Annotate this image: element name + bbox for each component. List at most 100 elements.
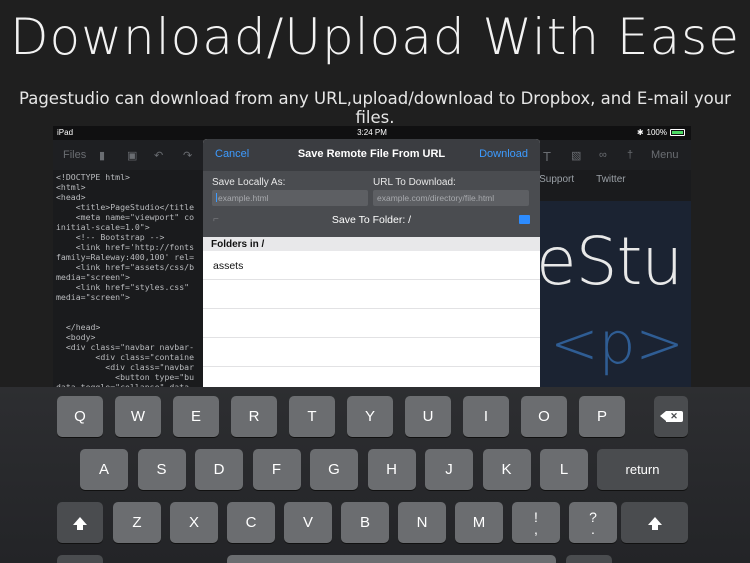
- key-r[interactable]: R: [231, 396, 277, 437]
- key-p[interactable]: P: [579, 396, 625, 437]
- key-symsym[interactable]: ! ,: [512, 502, 560, 543]
- key-k[interactable]: K: [482, 449, 531, 490]
- key-a[interactable]: A: [80, 449, 128, 490]
- code-line: </head>: [56, 322, 101, 332]
- empty-row: [203, 280, 540, 309]
- code-line: <!DOCTYPE html>: [56, 172, 130, 182]
- link-icon[interactable]: ∞: [599, 149, 607, 161]
- code-line: <link href="assets/css/b: [56, 262, 195, 272]
- web-preview: eStu <p>: [536, 201, 691, 391]
- code-line: <link href='http://fonts: [56, 242, 195, 252]
- css-icon[interactable]: †: [627, 149, 633, 161]
- redo-icon[interactable]: ↷: [183, 149, 192, 162]
- folder-row[interactable]: assets: [203, 251, 540, 280]
- key-u[interactable]: U: [405, 396, 451, 437]
- new-file-icon[interactable]: ▮: [99, 149, 105, 162]
- dialog-header: Cancel Save Remote File From URL Downloa…: [203, 139, 540, 171]
- shift-left-key[interactable]: [57, 502, 103, 543]
- status-right: ✱ 100%: [637, 128, 685, 137]
- key-symsym[interactable]: ? .: [569, 502, 617, 543]
- download-button[interactable]: Download: [479, 148, 528, 160]
- code-line: <body>: [56, 332, 96, 342]
- files-button[interactable]: Files: [63, 149, 86, 161]
- backspace-key[interactable]: ✕: [654, 396, 688, 437]
- key-h[interactable]: H: [367, 449, 416, 490]
- key-m[interactable]: M: [455, 502, 503, 543]
- folders-header: Folders in /: [203, 237, 540, 251]
- onscreen-keyboard: ✕ return Q W E R T Y U I O P A S D F G H J K L Z X C V B N M! ,? …: [0, 387, 750, 563]
- code-line: family=Raleway:400,100' rel=: [56, 252, 195, 262]
- text-icon[interactable]: T: [543, 149, 551, 164]
- key-z[interactable]: Z: [113, 502, 161, 543]
- preview-tag-graphic: <p>: [550, 309, 685, 377]
- new-folder-icon[interactable]: [519, 215, 530, 224]
- menu-button[interactable]: Menu: [651, 149, 679, 161]
- key-x[interactable]: X: [170, 502, 218, 543]
- promo-headline: Download/Upload With Ease: [10, 8, 740, 66]
- numbers-right-key[interactable]: [566, 555, 612, 563]
- text-cursor: [216, 193, 217, 202]
- code-line: <button type="bu: [56, 372, 195, 382]
- shift-right-key[interactable]: [621, 502, 688, 543]
- save-locally-label: Save Locally As:: [212, 177, 286, 188]
- key-e[interactable]: E: [173, 396, 219, 437]
- empty-row: [203, 309, 540, 338]
- code-line: <div class="navbar: [56, 362, 195, 372]
- return-key[interactable]: return: [597, 449, 688, 490]
- key-o[interactable]: O: [521, 396, 567, 437]
- key-y[interactable]: Y: [347, 396, 393, 437]
- code-line: media="screen">: [56, 272, 130, 282]
- code-line: <link href="styles.css": [56, 282, 190, 292]
- code-line: <title>PageStudio</title: [56, 202, 195, 212]
- key-n[interactable]: N: [398, 502, 446, 543]
- key-s[interactable]: S: [137, 449, 186, 490]
- code-line: <div class="containe: [56, 352, 195, 362]
- empty-row: [203, 367, 540, 389]
- code-line: <!-- Bootstrap -->: [56, 232, 165, 242]
- key-c[interactable]: C: [227, 502, 275, 543]
- code-line: initial-scale=1.0">: [56, 222, 150, 232]
- code-editor[interactable]: <!DOCTYPE html> <html> <head> <title>PageS…: [56, 172, 194, 392]
- key-v[interactable]: V: [284, 502, 332, 543]
- key-f[interactable]: F: [252, 449, 301, 490]
- save-locally-input[interactable]: example.html: [212, 190, 368, 206]
- save-to-folder-label: Save To Folder: /: [331, 214, 412, 226]
- status-bar: iPad 3:24 PM ✱ 100%: [53, 126, 691, 140]
- key-q[interactable]: Q: [57, 396, 103, 437]
- bluetooth-icon: ✱: [636, 128, 644, 137]
- key-j[interactable]: J: [425, 449, 473, 490]
- url-label: URL To Download:: [373, 177, 456, 188]
- nav-link-twitter[interactable]: Twitter: [596, 174, 625, 185]
- battery-icon: [670, 129, 685, 136]
- battery-percent: 100%: [646, 128, 667, 137]
- empty-row: [203, 338, 540, 367]
- key-l[interactable]: L: [540, 449, 588, 490]
- key-t[interactable]: T: [289, 396, 335, 437]
- code-line: <div class="navbar navbar-: [56, 342, 195, 352]
- undo-icon[interactable]: ↶: [154, 149, 163, 162]
- key-i[interactable]: I: [463, 396, 509, 437]
- preview-heading: eStu: [536, 223, 683, 300]
- status-time: 3:24 PM: [357, 128, 387, 137]
- key-b[interactable]: B: [341, 502, 389, 543]
- image-icon[interactable]: ▧: [571, 149, 581, 162]
- key-g[interactable]: G: [310, 449, 358, 490]
- promo-subline: Pagestudio can download from any URL,upl…: [19, 89, 731, 127]
- space-key[interactable]: [227, 555, 556, 563]
- save-icon[interactable]: ▣: [127, 149, 137, 162]
- code-line: <meta name="viewport" co: [56, 212, 195, 222]
- key-w[interactable]: W: [115, 396, 161, 437]
- backspace-icon: ✕: [659, 411, 683, 422]
- code-line: <head>: [56, 192, 86, 202]
- code-line: media="screen">: [56, 292, 130, 302]
- code-line: <html>: [56, 182, 86, 192]
- save-remote-file-dialog: Cancel Save Remote File From URL Downloa…: [203, 139, 540, 389]
- dialog-form: Save Locally As: URL To Download: exampl…: [203, 171, 540, 237]
- numbers-key[interactable]: [57, 555, 103, 563]
- save-locally-placeholder: example.html: [218, 193, 269, 203]
- shift-icon: [647, 516, 662, 530]
- key-d[interactable]: D: [195, 449, 243, 490]
- url-input[interactable]: example.com/directory/file.html: [373, 190, 529, 206]
